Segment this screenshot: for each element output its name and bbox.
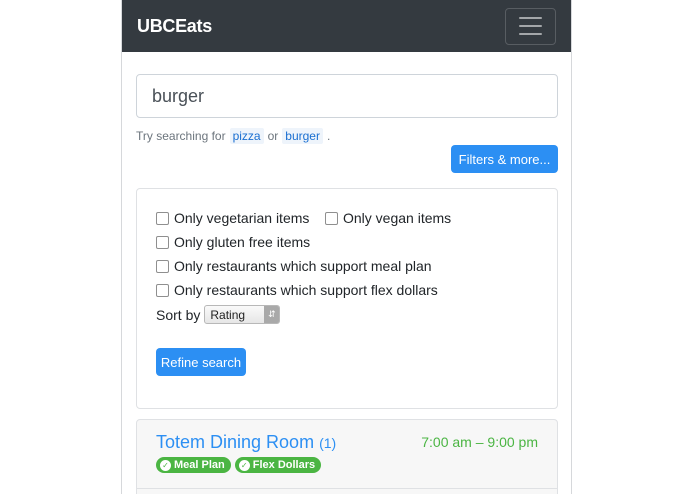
- sort-label: Sort by: [156, 306, 201, 323]
- vegan-checkbox[interactable]: [325, 211, 338, 225]
- filter-vegetarian[interactable]: Only vegetarian items: [156, 210, 309, 226]
- restaurant-title[interactable]: Totem Dining Room (1): [156, 432, 336, 453]
- meal-plan-checkbox[interactable]: [156, 259, 169, 273]
- gluten-free-checkbox[interactable]: [156, 235, 169, 249]
- hint-example-burger[interactable]: burger: [282, 128, 323, 144]
- sort-selected-value: Rating: [210, 307, 246, 322]
- filter-panel: Only vegetarian items Only vegan items O…: [136, 188, 558, 409]
- flex-dollars-badge: ✓ Flex Dollars: [234, 457, 322, 473]
- filters-button[interactable]: Filters & more...: [451, 145, 558, 173]
- filter-label: Only gluten free items: [174, 234, 311, 250]
- sort-select[interactable]: Rating ⇵: [204, 305, 281, 324]
- check-circle-icon: ✓: [160, 459, 171, 471]
- search-hint: Try searching for pizza or burger .: [136, 128, 330, 144]
- hint-or: or: [267, 129, 279, 143]
- filter-flex-dollars[interactable]: Only restaurants which support flex doll…: [156, 282, 438, 298]
- filter-label: Only restaurants which support flex doll…: [174, 282, 438, 298]
- sort-control: Sort by Rating ⇵: [156, 305, 281, 324]
- check-circle-icon: ✓: [238, 459, 250, 471]
- navbar: UBCEats: [122, 0, 571, 52]
- filter-label: Only vegetarian items: [174, 210, 310, 226]
- filter-label: Only restaurants which support meal plan: [174, 258, 432, 274]
- vegetarian-checkbox[interactable]: [156, 211, 169, 225]
- filter-vegan[interactable]: Only vegan items: [325, 210, 451, 226]
- restaurant-name[interactable]: Totem Dining Room: [156, 432, 314, 452]
- filter-gluten-free[interactable]: Only gluten free items: [156, 234, 310, 250]
- refine-search-button[interactable]: Refine search: [156, 348, 246, 376]
- meal-plan-badge: ✓ Meal Plan: [156, 457, 231, 473]
- search-input[interactable]: [136, 74, 558, 118]
- updown-chevron-icon: ⇵: [264, 306, 280, 323]
- badge-label: Meal Plan: [174, 459, 225, 471]
- payment-badges: ✓ Meal Plan ✓ Flex Dollars: [156, 457, 322, 473]
- card-divider: [137, 488, 557, 489]
- hint-example-pizza[interactable]: pizza: [229, 128, 264, 144]
- menu-line: [519, 33, 542, 35]
- brand-logo[interactable]: UBCEats: [137, 16, 212, 37]
- menu-line: [519, 17, 542, 19]
- filter-label: Only vegan items: [343, 210, 452, 226]
- badge-label: Flex Dollars: [252, 459, 316, 471]
- flex-dollars-checkbox[interactable]: [156, 283, 169, 297]
- restaurant-card[interactable]: Totem Dining Room (1) 7:00 am – 9:00 pm …: [136, 419, 558, 494]
- hint-prefix: Try searching for: [136, 129, 226, 143]
- menu-line: [519, 25, 542, 27]
- hint-suffix: .: [326, 129, 331, 143]
- filter-meal-plan[interactable]: Only restaurants which support meal plan: [156, 258, 432, 274]
- app-viewport: UBCEats Try searching for pizza or burge…: [121, 0, 572, 494]
- result-count: (1): [319, 435, 337, 451]
- opening-hours: 7:00 am – 9:00 pm: [421, 434, 538, 450]
- hamburger-menu-icon[interactable]: [505, 7, 556, 45]
